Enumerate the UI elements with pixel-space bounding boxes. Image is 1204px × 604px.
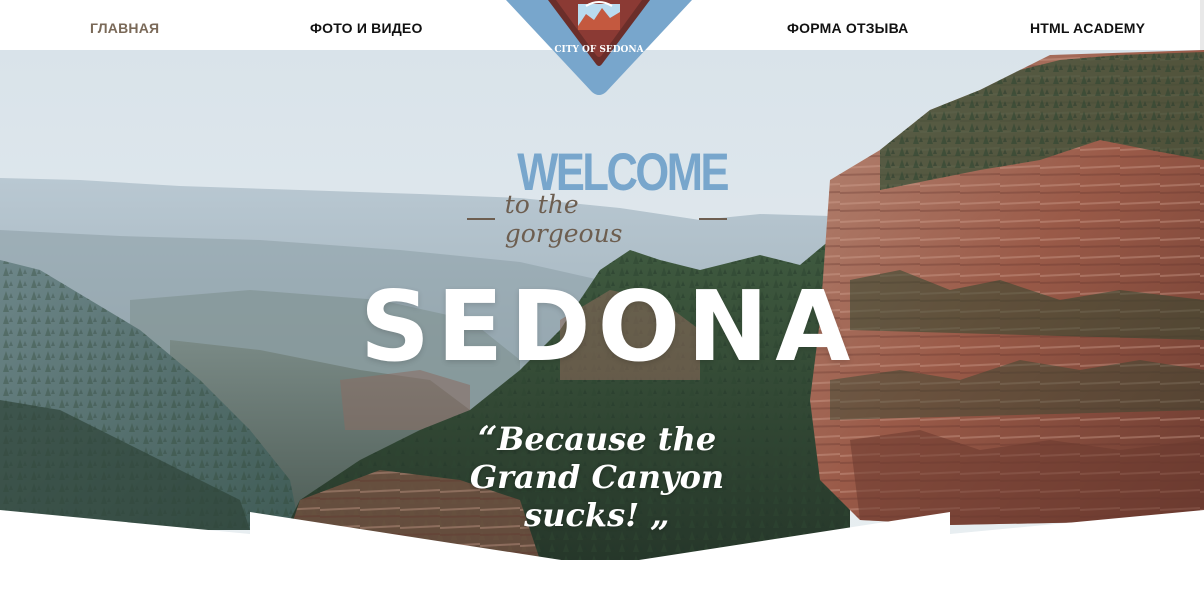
quote-close-mark: „: [650, 495, 670, 535]
subtitle-row: to the gorgeous: [467, 190, 727, 248]
logo-text: CITY OF SEDONA: [554, 45, 644, 55]
page: ГЛАВНАЯ ФОТО И ВИДЕО ФОРМА ОТЗЫВА HTML A…: [0, 0, 1204, 604]
nav-item-photo-video[interactable]: ФОТО И ВИДЕО: [310, 20, 423, 36]
quote-text: Because the Grand Canyon sucks!: [469, 420, 725, 534]
nav-item-feedback-form[interactable]: ФОРМА ОТЗЫВА: [787, 20, 909, 36]
subtitle-dash-left: [467, 218, 495, 220]
city-of-sedona-logo[interactable]: CITY OF SEDONA: [506, 0, 692, 96]
sedona-badge-icon: CITY OF SEDONA: [506, 0, 692, 95]
sedona-title: SEDONA: [360, 270, 858, 383]
subtitle-text: to the gorgeous: [504, 190, 623, 248]
nav-item-html-academy[interactable]: HTML ACADEMY: [1030, 20, 1145, 36]
hero-quote: “Because the Grand Canyon sucks! „: [442, 420, 752, 534]
subtitle-dash-right: [699, 218, 727, 220]
quote-open-mark: “: [477, 419, 498, 459]
nav-item-home[interactable]: ГЛАВНАЯ: [90, 20, 159, 36]
